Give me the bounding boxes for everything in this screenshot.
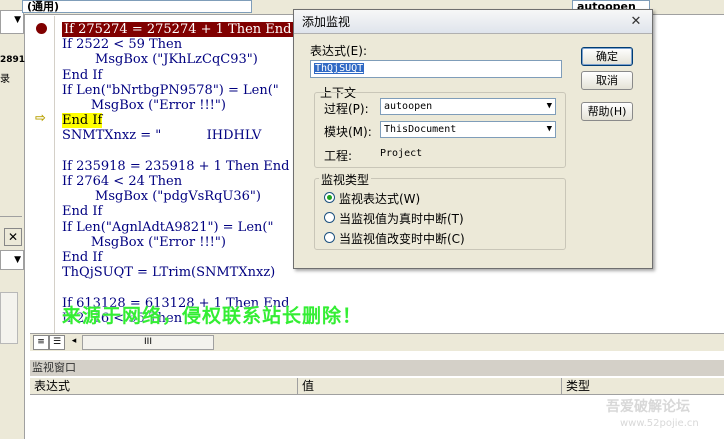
code-line[interactable]: End If	[62, 113, 103, 129]
code-line-text: If 235918 = 235918 + 1 Then End	[62, 158, 290, 174]
close-icon[interactable]: ✕	[4, 228, 22, 246]
break-when-true-radio[interactable]	[324, 212, 335, 223]
ok-button[interactable]: 确定	[581, 47, 633, 66]
project-label: 工程:	[324, 149, 353, 163]
code-gutter[interactable]: ⇨	[30, 16, 55, 333]
chevron-down-icon: ▼	[546, 124, 552, 134]
code-line-text: End If	[62, 204, 103, 220]
code-line-text: If Len("bNrtbgPN9578") = Len("	[62, 82, 279, 98]
sidebar-scrollbar[interactable]	[0, 292, 18, 344]
procedure-select[interactable]: autoopen ▼	[380, 98, 556, 115]
procedure-label: 过程(P):	[324, 102, 369, 116]
code-line-text: End If	[62, 67, 103, 83]
column-value[interactable]: 值	[298, 378, 562, 394]
code-line[interactable]: If 2522 < 59 Then	[62, 37, 182, 52]
watch-expression-radio[interactable]	[324, 192, 335, 203]
sidebar-combo[interactable]: ▼	[0, 10, 24, 34]
cancel-button[interactable]: 取消	[581, 71, 633, 90]
execution-arrow-icon: ⇨	[35, 111, 46, 126]
code-line-text: If 2522 < 59 Then	[62, 37, 183, 53]
chevron-down-icon: ▼	[14, 255, 21, 265]
object-combo[interactable]: (通用)	[22, 0, 252, 13]
code-line[interactable]: MsgBox ("Error !!!")	[62, 98, 226, 113]
break-when-true-label: 当监视值为真时中断(T)	[339, 212, 464, 226]
watch-type-label: 监视类型	[319, 171, 372, 188]
break-when-changed-radio[interactable]	[324, 232, 335, 243]
site-logo: 吾爱破解论坛	[606, 399, 690, 415]
column-type[interactable]: 类型	[562, 378, 724, 394]
breakpoint-icon	[36, 23, 47, 34]
watermark-text: 来源于网络，侵权联系站长删除！	[62, 305, 363, 327]
code-line-text: End If	[62, 113, 103, 129]
project-sidebar	[0, 0, 25, 439]
code-line-text: If Len("AgnlAdtA9821") = Len("	[62, 219, 274, 235]
code-line[interactable]: ThQjSUQT = LTrim(SNMTXnxz)	[62, 265, 275, 280]
add-watch-dialog: 添加监视 ✕ 表达式(E): ThQjSUQT 上下文 过程(P): autoo…	[293, 9, 653, 269]
code-line[interactable]: If 2764 < 24 Then	[62, 174, 182, 189]
code-line-text: ThQjSUQT = LTrim(SNMTXnxz)	[62, 265, 276, 281]
code-line[interactable]: If Len("AgnlAdtA9821") = Len("	[62, 220, 273, 235]
code-line[interactable]: If Len("bNrtbgPN9578") = Len("	[62, 83, 279, 98]
code-line[interactable]: MsgBox ("JKhLzCqC93")	[62, 52, 258, 67]
horizontal-scrollbar-thumb[interactable]: III	[82, 335, 214, 350]
module-select[interactable]: ThisDocument ▼	[380, 121, 556, 138]
code-line[interactable]: If 235918 = 235918 + 1 Then End	[62, 159, 289, 174]
expression-value: ThQjSUQT	[314, 63, 365, 74]
full-module-view-icon[interactable]: ☰	[49, 335, 65, 350]
code-line[interactable]: End If	[62, 204, 102, 219]
help-button[interactable]: 帮助(H)	[581, 102, 633, 121]
code-line[interactable]: MsgBox ("Error !!!")	[62, 235, 226, 250]
watch-expression-label: 监视表达式(W)	[339, 192, 421, 206]
code-line-text: If 275274 = 275274 + 1 Then End	[62, 22, 294, 37]
properties-combo[interactable]: ▼	[0, 250, 24, 270]
break-when-changed-label: 当监视值改变时中断(C)	[339, 232, 465, 246]
dialog-title: 添加监视	[294, 10, 652, 34]
procedure-view-icon[interactable]: ≡	[33, 335, 49, 350]
module-label: 模块(M):	[324, 125, 372, 139]
code-line[interactable]: SNMTXnxz = " IHDHLV	[62, 128, 261, 143]
expression-input[interactable]: ThQjSUQT	[310, 60, 562, 78]
code-line[interactable]: MsgBox ("pdgVsRqU36")	[62, 189, 261, 204]
code-line[interactable]: End If	[62, 68, 102, 83]
code-line-text: End If	[62, 250, 103, 265]
code-line-text: MsgBox ("JKhLzCqC93")	[62, 52, 258, 68]
sidebar-splitter[interactable]	[0, 206, 22, 217]
watch-window-title: 监视窗口	[30, 360, 724, 376]
chevron-down-icon: ▼	[14, 15, 21, 25]
code-line[interactable]: End If	[62, 250, 102, 265]
procedure-value: autoopen	[384, 101, 433, 112]
site-url: www.52pojie.cn	[620, 418, 699, 429]
sidebar-fragment-number: 2891	[0, 55, 26, 65]
code-line-text: If 2764 < 24 Then	[62, 174, 183, 189]
code-line[interactable]: If 275274 = 275274 + 1 Then End	[62, 22, 294, 37]
code-line-text: MsgBox ("Error !!!")	[62, 234, 226, 250]
code-line-text: MsgBox ("Error !!!")	[62, 98, 226, 113]
module-value: ThisDocument	[384, 124, 457, 135]
chevron-down-icon: ▼	[546, 101, 552, 111]
watch-window-header: 表达式 值 类型	[30, 378, 724, 395]
expression-label: 表达式(E):	[310, 44, 367, 58]
close-icon[interactable]: ✕	[628, 14, 644, 30]
code-line-text: SNMTXnxz = " IHDHLV	[62, 128, 262, 144]
project-value: Project	[380, 148, 423, 159]
column-expression[interactable]: 表达式	[30, 378, 298, 394]
code-line-text: MsgBox ("pdgVsRqU36")	[62, 189, 261, 205]
sidebar-fragment-char: 录	[0, 74, 10, 85]
scroll-left-icon[interactable]: ◂	[68, 335, 80, 348]
